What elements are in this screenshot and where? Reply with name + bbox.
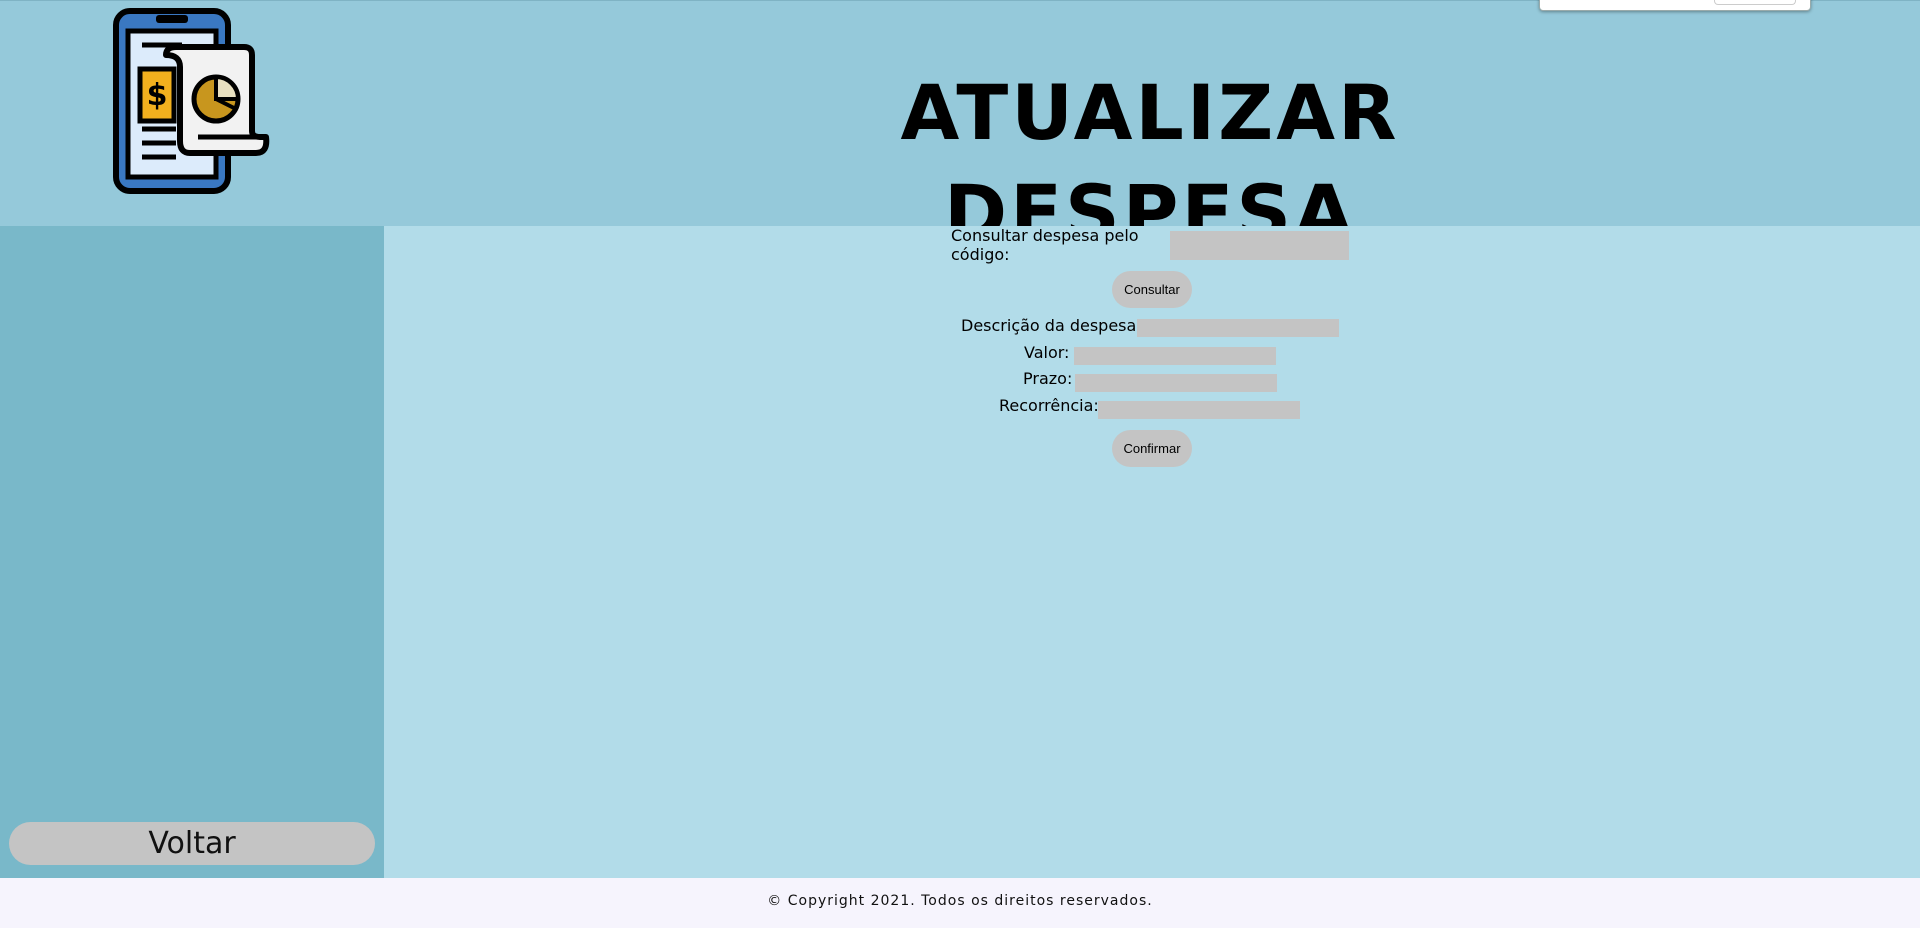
confirm-button[interactable]: Confirmar	[1112, 430, 1192, 467]
deadline-input[interactable]	[1075, 374, 1277, 392]
recurrence-input[interactable]	[1098, 401, 1300, 419]
back-button[interactable]: Voltar	[9, 822, 375, 865]
expense-phone-receipt-icon: $	[113, 8, 270, 194]
lookup-code-label: Consultar despesa pelo código:	[951, 226, 1139, 264]
description-input[interactable]	[1137, 319, 1339, 337]
page-header: $ ATUALIZAR DESPESA	[0, 0, 1920, 257]
browser-popup-overlay	[1539, 0, 1811, 11]
main-content: Consultar despesa pelo código: Consultar…	[384, 226, 1920, 878]
description-label: Descrição da despesa:	[961, 316, 1142, 335]
logo-dollar-sign: $	[147, 78, 168, 113]
consult-button[interactable]: Consultar	[1112, 271, 1192, 308]
sidebar: Voltar	[0, 226, 384, 878]
lookup-code-input[interactable]	[1170, 231, 1349, 260]
deadline-label: Prazo:	[1023, 369, 1073, 388]
value-input[interactable]	[1074, 347, 1276, 365]
popup-inner-frame	[1714, 0, 1796, 5]
recurrence-label: Recorrência:	[999, 396, 1099, 415]
page-footer: © Copyright 2021. Todos os direitos rese…	[0, 878, 1920, 928]
copyright-text: © Copyright 2021. Todos os direitos rese…	[767, 893, 1153, 909]
value-label: Valor:	[1024, 343, 1070, 362]
